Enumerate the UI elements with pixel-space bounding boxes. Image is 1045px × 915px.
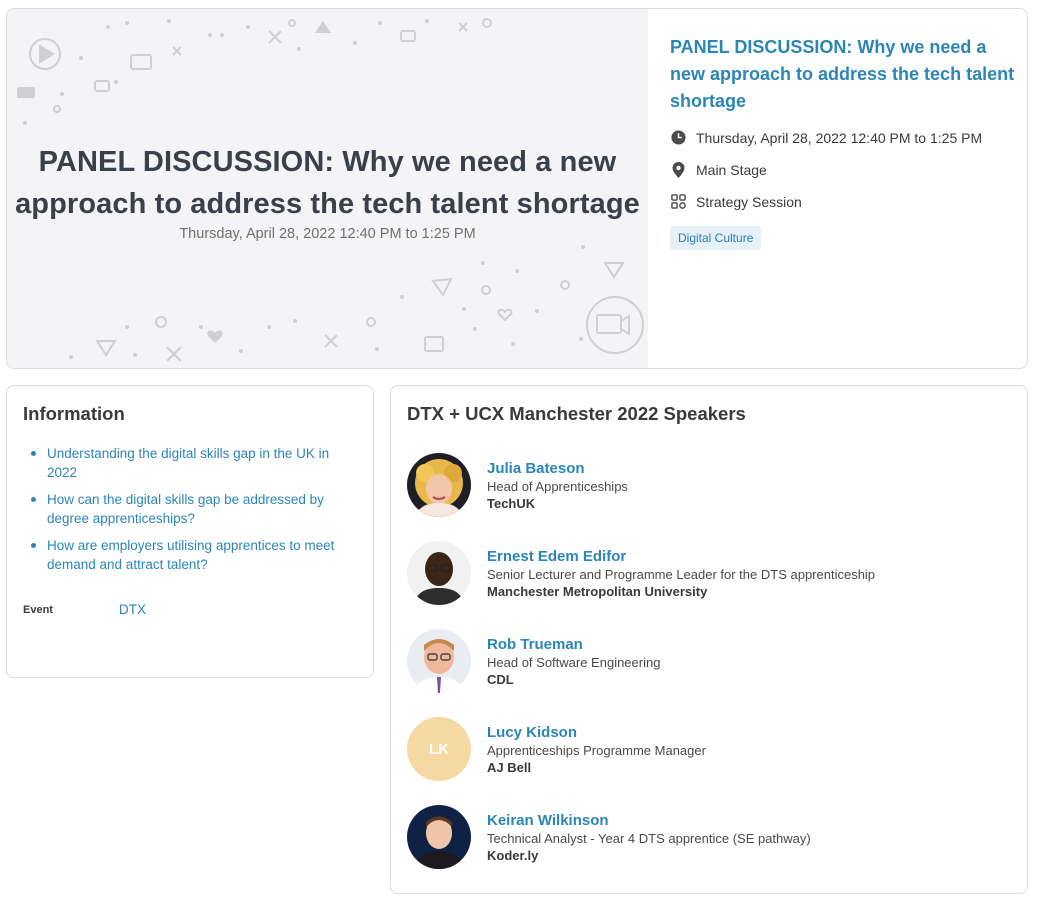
speaker-avatar[interactable] xyxy=(407,805,471,869)
session-tag[interactable]: Digital Culture xyxy=(670,226,762,250)
session-type: Strategy Session xyxy=(696,193,802,210)
banner-title: PANEL DISCUSSION: Why we need a new appr… xyxy=(7,141,648,225)
information-title: Information xyxy=(23,403,125,424)
speaker-item[interactable]: LK Lucy Kidson Apprenticeships Programme… xyxy=(407,717,706,781)
speaker-item[interactable]: Ernest Edem Edifor Senior Lecturer and P… xyxy=(407,541,875,605)
speaker-organization: TechUK xyxy=(487,496,536,511)
speaker-organization: Manchester Metropolitan University xyxy=(487,584,708,599)
information-item[interactable]: How are employers utilising apprentices … xyxy=(31,536,357,574)
speakers-title: DTX + UCX Manchester 2022 Speakers xyxy=(407,403,746,424)
session-header-card: PANEL DISCUSSION: Why we need a new appr… xyxy=(6,8,1028,369)
information-item[interactable]: How can the digital skills gap be addres… xyxy=(31,490,357,528)
session-datetime: Thursday, April 28, 2022 12:40 PM to 1:2… xyxy=(696,129,983,146)
speaker-name[interactable]: Rob Trueman xyxy=(487,636,660,654)
session-banner-image: PANEL DISCUSSION: Why we need a new appr… xyxy=(7,9,648,368)
speaker-role: Apprenticeships Programme Manager xyxy=(487,743,706,758)
event-link[interactable]: DTX xyxy=(119,602,146,617)
speaker-name[interactable]: Julia Bateson xyxy=(487,460,628,478)
speaker-organization: CDL xyxy=(487,672,514,687)
speaker-name[interactable]: Lucy Kidson xyxy=(487,724,706,742)
event-label: Event xyxy=(23,603,53,616)
information-card: Information Understanding the digital sk… xyxy=(6,385,374,678)
session-type-row: Strategy Session xyxy=(670,192,1015,211)
speakers-card: DTX + UCX Manchester 2022 Speakers Julia… xyxy=(390,385,1028,894)
session-type-icon xyxy=(670,194,686,210)
banner-date: Thursday, April 28, 2022 12:40 PM to 1:2… xyxy=(179,226,476,242)
information-list: Understanding the digital skills gap in … xyxy=(23,444,357,574)
session-title: PANEL DISCUSSION: Why we need a new appr… xyxy=(670,37,1015,111)
speaker-avatar[interactable] xyxy=(407,453,471,517)
speaker-role: Senior Lecturer and Programme Leader for… xyxy=(487,567,876,582)
speaker-role: Head of Software Engineering xyxy=(487,655,661,670)
speaker-avatar[interactable] xyxy=(407,541,471,605)
speaker-role: Head of Apprenticeships xyxy=(487,479,628,494)
information-item[interactable]: Understanding the digital skills gap in … xyxy=(31,444,357,482)
clock-icon xyxy=(670,130,686,146)
banner-title-line-2: approach to address the tech talent shor… xyxy=(15,188,640,220)
speaker-name[interactable]: Keiran Wilkinson xyxy=(487,812,811,830)
speaker-role: Technical Analyst - Year 4 DTS apprentic… xyxy=(487,831,811,846)
map-pin-icon xyxy=(670,161,686,178)
speaker-avatar[interactable] xyxy=(407,629,471,693)
banner-title-line-1: PANEL DISCUSSION: Why we need a new xyxy=(38,146,617,178)
session-datetime-row: Thursday, April 28, 2022 12:40 PM to 1:2… xyxy=(670,128,1015,147)
speaker-organization: Koder.ly xyxy=(487,848,539,863)
speaker-item[interactable]: Julia Bateson Head of Apprenticeships Te… xyxy=(407,453,628,517)
session-location-row: Main Stage xyxy=(670,160,1015,179)
speaker-name[interactable]: Ernest Edem Edifor xyxy=(487,548,875,566)
speaker-avatar-initials[interactable]: LK xyxy=(407,717,471,781)
event-row: Event DTX xyxy=(23,602,357,617)
speaker-item[interactable]: Rob Trueman Head of Software Engineering… xyxy=(407,629,660,693)
speaker-item[interactable]: Keiran Wilkinson Technical Analyst - Yea… xyxy=(407,805,811,869)
session-location: Main Stage xyxy=(696,161,767,178)
speaker-organization: AJ Bell xyxy=(487,760,532,775)
session-details: PANEL DISCUSSION: Why we need a new appr… xyxy=(670,34,1015,250)
